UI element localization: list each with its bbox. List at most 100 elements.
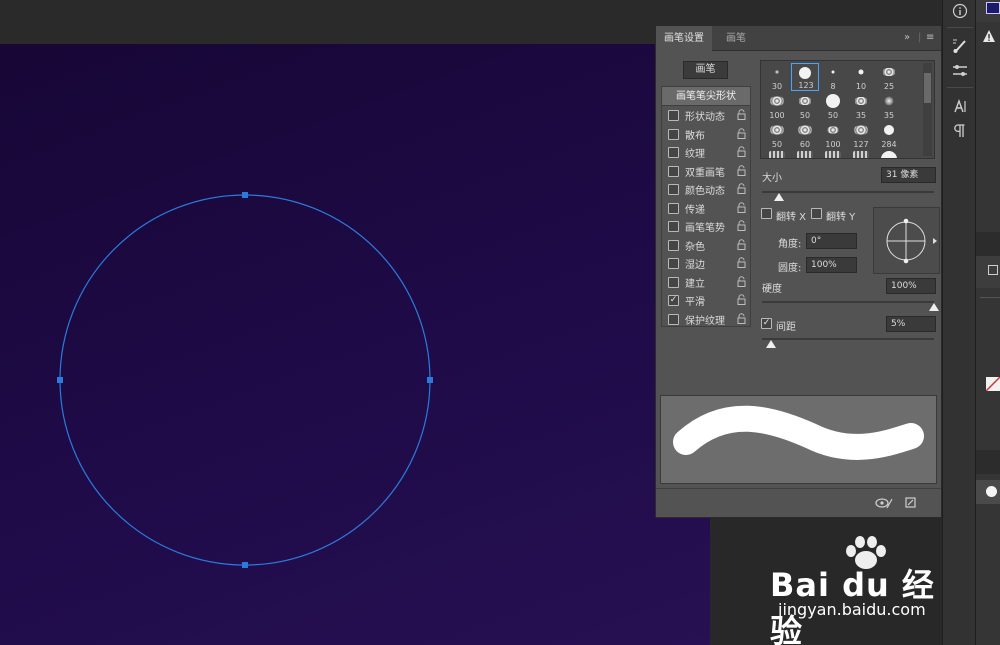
paragraph-icon[interactable] <box>948 120 972 142</box>
brush-preset[interactable]: 100 <box>763 92 791 120</box>
brush-preset[interactable]: 35 <box>875 92 903 120</box>
brush-preset[interactable]: 100 <box>819 121 847 149</box>
preset-scrollbar[interactable] <box>923 63 932 156</box>
brush-option-checkbox[interactable] <box>668 110 679 121</box>
brush-option-row[interactable]: 纹理 <box>662 143 750 162</box>
brush-option-checkbox[interactable]: ✓ <box>668 295 679 306</box>
brush-option-checkbox[interactable] <box>668 313 679 325</box>
brush-preset-size: 25 <box>883 82 895 91</box>
lock-icon[interactable] <box>737 312 746 324</box>
brush-preset[interactable]: 30 <box>763 63 791 91</box>
panel-menu-icon[interactable]: ≡ <box>926 32 934 43</box>
brushes-button[interactable]: 画笔 <box>683 61 728 79</box>
brush-preset[interactable]: 10 <box>847 63 875 91</box>
size-slider-knob[interactable] <box>774 193 785 201</box>
color-swatch-edge[interactable] <box>976 0 1000 22</box>
brush-tip-thumbnail[interactable] <box>825 151 841 158</box>
lock-icon[interactable] <box>737 201 746 213</box>
brush-tip-thumbnail[interactable] <box>797 151 813 158</box>
document-canvas[interactable] <box>0 44 710 645</box>
character-icon[interactable] <box>948 95 972 117</box>
brush-option-row[interactable]: 颜色动态 <box>662 180 750 199</box>
brush-preset[interactable]: 35 <box>847 92 875 120</box>
brush-preset[interactable]: 25 <box>875 63 903 91</box>
brush-preset[interactable]: 284 <box>875 121 903 149</box>
size-field[interactable]: 31 像素 <box>881 167 936 183</box>
brush-option-checkbox[interactable] <box>668 239 679 251</box>
brush-option-checkbox[interactable] <box>668 147 679 158</box>
brush-preset[interactable]: 123 <box>791 63 819 91</box>
brush-preset[interactable]: 50 <box>791 92 819 120</box>
flip-x-checkbox[interactable] <box>761 208 772 219</box>
hardness-field[interactable]: 100% <box>886 278 936 294</box>
brush-presets-icon[interactable] <box>948 60 972 82</box>
brush-option-label: 建立 <box>685 278 705 290</box>
preset-scrollbar-thumb[interactable] <box>924 73 931 103</box>
brush-option-checkbox[interactable] <box>668 128 679 140</box>
lock-icon[interactable] <box>737 127 746 139</box>
lock-icon[interactable] <box>737 146 746 157</box>
spacing-field[interactable]: 5% <box>886 316 936 332</box>
brush-option-checkbox[interactable] <box>668 202 679 214</box>
anchor-point-bottom[interactable] <box>242 562 248 568</box>
hardness-slider-track[interactable] <box>762 301 934 303</box>
circle-path[interactable] <box>59 194 431 566</box>
lock-icon[interactable] <box>737 109 746 120</box>
lock-icon[interactable] <box>737 183 746 194</box>
brush-preset[interactable]: 50 <box>763 121 791 149</box>
brush-preset[interactable]: 8 <box>819 63 847 91</box>
anchor-point-left[interactable] <box>57 377 63 383</box>
brush-preset[interactable]: 127 <box>847 121 875 149</box>
brush-option-row[interactable]: 保护纹理 <box>662 310 750 329</box>
brush-preset[interactable]: 50 <box>819 92 847 120</box>
brush-option-row[interactable]: 湿边 <box>662 254 750 273</box>
create-new-brush-icon[interactable] <box>904 496 918 510</box>
properties-tab-edge[interactable] <box>976 232 1000 256</box>
brush-option-row[interactable]: 形状动态 <box>662 106 750 125</box>
lock-icon[interactable] <box>737 238 746 250</box>
warning-icon[interactable] <box>976 26 1000 46</box>
spacing-slider-knob[interactable] <box>765 340 776 348</box>
info-icon[interactable] <box>948 0 972 22</box>
lock-icon[interactable] <box>737 275 746 287</box>
brush-option-row[interactable]: 画笔笔势 <box>662 217 750 236</box>
lock-icon[interactable] <box>737 164 746 176</box>
lock-icon[interactable] <box>737 294 746 305</box>
roundness-field[interactable]: 100% <box>806 257 857 273</box>
hardness-slider-knob[interactable] <box>929 303 939 311</box>
tab-brush-settings[interactable]: 画笔设置 <box>656 26 712 51</box>
stroke-swatch-edge[interactable] <box>976 374 1000 394</box>
spacing-slider-track[interactable] <box>762 338 934 340</box>
brush-option-row[interactable]: ✓ 平滑 <box>662 291 750 310</box>
angle-field[interactable]: 0° <box>806 233 857 249</box>
brush-option-row[interactable]: 杂色 <box>662 236 750 255</box>
brush-tip-thumbnail[interactable] <box>881 151 897 158</box>
anchor-point-top[interactable] <box>242 192 248 198</box>
spacing-checkbox[interactable]: ✓ <box>761 318 772 329</box>
tab-brushes[interactable]: 画笔 <box>718 26 754 51</box>
brush-option-row[interactable]: 散布 <box>662 125 750 144</box>
brush-settings-icon[interactable] <box>948 35 972 57</box>
brush-option-checkbox[interactable] <box>668 258 679 269</box>
flip-y-checkbox[interactable] <box>811 208 822 219</box>
brush-option-row[interactable]: 双重画笔 <box>662 162 750 181</box>
option-brush-tip-shape[interactable]: 画笔笔尖形状 <box>662 87 750 106</box>
layers-tab-edge[interactable] <box>976 450 1000 474</box>
brush-option-checkbox[interactable] <box>668 165 679 177</box>
lock-icon[interactable] <box>737 257 746 268</box>
layer-row-edge[interactable] <box>976 480 1000 504</box>
brush-option-checkbox[interactable] <box>668 184 679 195</box>
brush-option-row[interactable]: 建立 <box>662 273 750 292</box>
angle-roundness-widget[interactable] <box>873 207 940 274</box>
collapse-panel-icon[interactable]: » <box>904 32 910 43</box>
toggle-live-tip-icon[interactable] <box>874 496 894 510</box>
anchor-point-right[interactable] <box>427 377 433 383</box>
brush-preset[interactable]: 60 <box>791 121 819 149</box>
brush-tip-thumbnail[interactable] <box>853 151 869 158</box>
lock-icon[interactable] <box>737 220 746 231</box>
brush-option-checkbox[interactable] <box>668 276 679 288</box>
brush-option-row[interactable]: 传递 <box>662 199 750 218</box>
brush-option-checkbox[interactable] <box>668 221 679 232</box>
size-slider-track[interactable] <box>762 191 934 193</box>
brush-tip-thumbnail[interactable] <box>769 151 785 158</box>
